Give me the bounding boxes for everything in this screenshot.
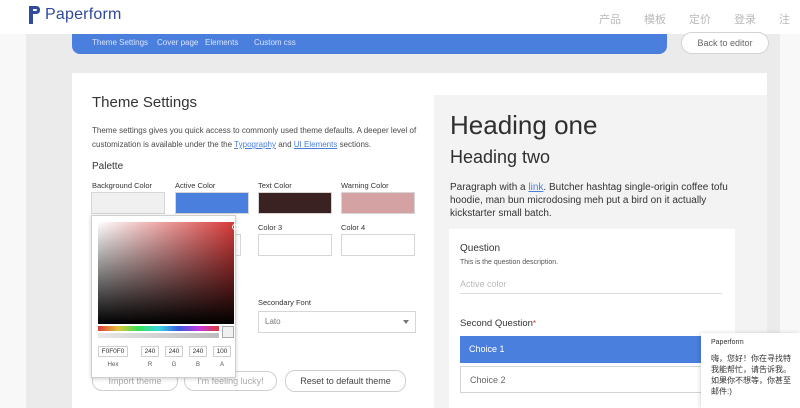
ui-elements-link[interactable]: UI Elements (294, 140, 338, 149)
tab-elements[interactable]: Elements (205, 38, 238, 47)
alpha-slider[interactable] (98, 333, 219, 338)
color-preview (222, 326, 234, 338)
tab-cover-page[interactable]: Cover page (157, 38, 198, 47)
chat-sender-name: Paperform (711, 339, 744, 346)
preview-heading-one: Heading one (450, 110, 598, 140)
chevron-down-icon (403, 320, 409, 324)
typography-link[interactable]: Typography (234, 140, 276, 149)
color-2-swatch-edge (236, 234, 241, 256)
question-input[interactable]: Active color (460, 277, 722, 294)
choice-option-1[interactable]: Choice 1 (460, 336, 722, 363)
question-description: This is the question description. (460, 259, 559, 266)
theme-settings-description: Theme settings gives you quick access to… (92, 124, 422, 152)
green-input[interactable]: 240 (165, 346, 183, 357)
chat-message: 嗨，您好！你在寻找特 我能帮忙，请告诉我。 如果你不想等，你甚至 邮件:) (711, 354, 791, 396)
red-label: R (147, 362, 153, 368)
tab-custom-css[interactable]: Custom css (254, 38, 296, 47)
choice-option-2[interactable]: Choice 2 (460, 366, 722, 393)
question-title: Question (460, 243, 501, 254)
saturation-value-area[interactable] (98, 222, 238, 324)
hex-label: Hex (107, 362, 119, 368)
top-nav: 产品 模板 定价 登录 注 (576, 11, 790, 27)
secondary-font-value: Lato (265, 317, 281, 326)
nav-item-templates[interactable]: 模板 (644, 11, 666, 27)
theme-settings-title: Theme Settings (92, 94, 198, 111)
warning-color-label: Warning Color (341, 181, 389, 190)
desc-text-mid: and (275, 140, 294, 149)
frame-left-margin (0, 34, 26, 408)
nav-item-products[interactable]: 产品 (599, 11, 621, 27)
alpha-label: A (219, 362, 224, 368)
nav-item-signup[interactable]: 注 (779, 11, 790, 27)
tab-theme-settings[interactable]: Theme Settings (92, 38, 148, 47)
secondary-font-select[interactable]: Lato (258, 311, 416, 333)
blue-input[interactable]: 240 (189, 346, 207, 357)
alpha-input[interactable]: 100 (213, 346, 231, 357)
reset-theme-button[interactable]: Reset to default theme (285, 370, 406, 392)
required-mark: * (532, 319, 537, 328)
blue-label: B (195, 362, 200, 368)
text-color-label: Text Color (258, 181, 292, 190)
desc-text-end: sections. (337, 140, 372, 149)
brand-name: Paperform (45, 6, 122, 23)
red-input[interactable]: 240 (141, 346, 159, 357)
color-picker-popup: F0F0F0 240 240 240 100 Hex R G B A (91, 215, 238, 378)
active-color-swatch[interactable] (175, 192, 249, 214)
paperform-logo-icon (29, 6, 40, 24)
second-question-text: Second Question (460, 318, 533, 329)
color-picker-handle[interactable] (232, 224, 238, 230)
color-4-label: Color 4 (341, 223, 366, 232)
hue-slider[interactable] (98, 326, 219, 331)
warning-color-swatch[interactable] (341, 192, 415, 214)
active-color-label: Active Color (175, 181, 216, 190)
color-4-swatch[interactable] (341, 234, 415, 256)
palette-label: Palette (92, 161, 124, 172)
second-question-title: Second Question* (460, 318, 536, 329)
preview-heading-two: Heading two (450, 147, 551, 167)
green-label: G (171, 362, 177, 368)
brand-logo[interactable]: Paperform (28, 5, 122, 25)
secondary-font-label: Secondary Font (258, 298, 311, 307)
background-color-label: Background Color (92, 181, 153, 190)
text-color-swatch[interactable] (258, 192, 332, 214)
top-navbar: Paperform 产品 模板 定价 登录 注 (0, 0, 800, 34)
preview-paragraph: Paragraph with a link. Butcher hashtag s… (450, 181, 740, 220)
back-to-editor-button[interactable]: Back to editor (681, 32, 769, 54)
background-color-swatch[interactable] (91, 192, 165, 214)
editor-tab-bar: Theme Settings Cover page Elements Custo… (72, 34, 667, 54)
color-3-label: Color 3 (258, 223, 283, 232)
color-3-swatch[interactable] (258, 234, 332, 256)
preview-link[interactable]: link (528, 182, 543, 193)
para-text-start: Paragraph with a (450, 182, 529, 193)
nav-item-login[interactable]: 登录 (734, 11, 756, 27)
hex-input[interactable]: F0F0F0 (98, 346, 128, 357)
nav-item-pricing[interactable]: 定价 (689, 11, 711, 27)
